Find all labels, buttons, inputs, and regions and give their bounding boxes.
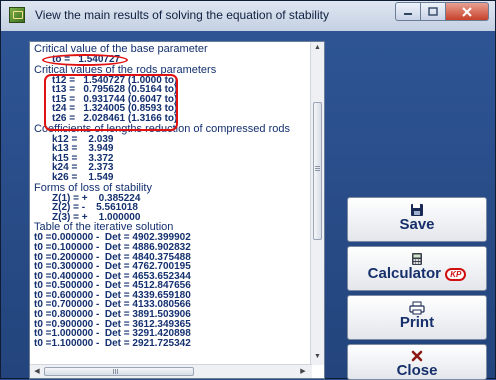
window-title: View the main results of solving the equ… [35, 8, 329, 22]
close-window-button[interactable] [446, 2, 489, 21]
title-bar[interactable]: View the main results of solving the equ… [1, 1, 495, 31]
save-button[interactable]: Save [347, 197, 487, 242]
scroll-up-arrow-icon[interactable]: ▲ [313, 43, 322, 53]
vertical-scroll-thumb[interactable] [313, 102, 322, 240]
calculator-icon [412, 253, 422, 265]
calculator-text: Calculator [367, 265, 442, 282]
vertical-scrollbar[interactable]: ▲ ▼ [310, 42, 324, 365]
floppy-disk-icon [411, 204, 423, 216]
window-controls [395, 2, 489, 22]
close-button[interactable]: Close [347, 344, 487, 380]
forms-heading: Forms of loss of stability [34, 181, 152, 194]
scroll-left-arrow-icon[interactable]: ◀ [32, 367, 42, 377]
print-label: Print [399, 314, 435, 331]
kp-badge: KP [445, 267, 467, 281]
close-icon [462, 6, 472, 17]
rods-highlight-box [44, 74, 178, 131]
close-label: Close [396, 362, 438, 379]
maximize-icon [428, 7, 438, 16]
save-label: Save [399, 216, 435, 233]
results-window: View the main results of solving the equ… [0, 0, 496, 380]
print-button[interactable]: Print [347, 295, 487, 340]
printer-icon [409, 301, 425, 315]
minimize-button[interactable] [395, 2, 421, 21]
app-icon [9, 7, 25, 23]
horizontal-scrollbar[interactable]: ◀ ▶ [30, 364, 312, 378]
red-x-icon [411, 350, 423, 362]
scroll-down-arrow-icon[interactable]: ▼ [313, 352, 322, 362]
horizontal-scroll-thumb[interactable] [44, 367, 194, 376]
scroll-right-arrow-icon[interactable]: ▶ [298, 367, 308, 377]
to-highlight-oval [42, 54, 128, 66]
results-panel[interactable]: Critical value of the base parameter to … [29, 41, 325, 379]
iteration-row: t0 =1.100000 - Det = 2921.725342 [34, 337, 191, 349]
calculator-button[interactable]: Calculator KP [347, 246, 487, 291]
minimize-icon [404, 12, 412, 15]
calculator-label: Calculator KP [348, 266, 486, 282]
maximize-button[interactable] [421, 2, 446, 21]
